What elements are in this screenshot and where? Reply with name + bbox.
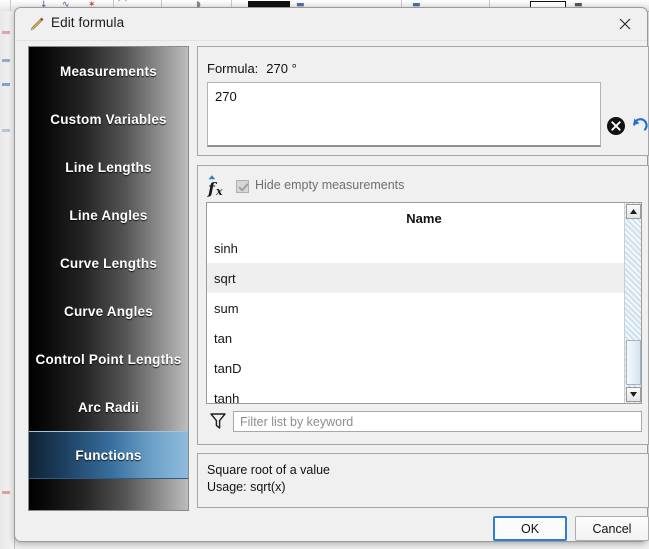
description-line-1: Square root of a value — [207, 463, 330, 477]
sidebar-item-measurements[interactable]: Measurements — [29, 47, 188, 95]
sidebar-item-label: Curve Lengths — [59, 255, 158, 271]
ok-button[interactable]: OK — [493, 516, 567, 541]
hide-empty-measurements-checkbox[interactable] — [236, 180, 249, 193]
list-item-label: sum — [214, 300, 239, 316]
sidebar-item-line-angles[interactable]: Line Angles — [29, 191, 188, 239]
list-item-label: tanD — [214, 360, 242, 376]
list-column-header-name: Name — [207, 203, 641, 233]
sidebar-item-control-point-lengths[interactable]: Control Point Lengths — [29, 335, 188, 383]
formula-group: Formula: 270 ° 270 — [197, 46, 649, 156]
undo-arrow-icon[interactable] — [629, 115, 649, 136]
sidebar-item-line-lengths[interactable]: Line Lengths — [29, 143, 188, 191]
dialog-button-row: OK Cancel — [197, 516, 649, 543]
filter-funnel-icon[interactable] — [209, 412, 227, 430]
bg-strip-mark — [2, 491, 10, 494]
list-item-label: tanh — [214, 390, 240, 404]
list-item[interactable]: tanh — [207, 383, 641, 404]
sidebar-item-label: Line Angles — [69, 207, 148, 223]
functions-list[interactable]: Name sinh sqrt sum tan tanD tanh — [206, 202, 642, 404]
bg-strip-mark — [2, 31, 10, 34]
sidebar-item-label: Curve Angles — [64, 303, 153, 319]
sidebar-item-functions[interactable]: Functions — [29, 431, 188, 479]
sidebar-item-curve-lengths[interactable]: Curve Lengths — [29, 239, 188, 287]
list-item-label: sqrt — [214, 270, 236, 286]
sidebar-item-curve-angles[interactable]: Curve Angles — [29, 287, 188, 335]
sidebar-item-arc-radii[interactable]: Arc Radii — [29, 383, 188, 431]
cancel-button[interactable]: Cancel — [575, 516, 649, 541]
list-item[interactable]: sum — [207, 293, 641, 323]
list-item[interactable]: sinh — [207, 233, 641, 263]
dialog-content: Formula: 270 ° 270 f x Hide empty measur… — [197, 46, 649, 543]
list-item[interactable]: sqrt — [207, 263, 641, 293]
function-description-panel: Square root of a value Usage: sqrt(x) — [197, 453, 649, 508]
edit-formula-dialog: Edit formula Measurements Custom Variabl… — [14, 7, 649, 543]
sidebar-item-label: Control Point Lengths — [35, 351, 182, 367]
description-line-2: Usage: sqrt(x) — [207, 480, 286, 494]
list-scrollbar[interactable] — [624, 203, 641, 403]
formula-label-text: Formula: — [207, 61, 259, 76]
sidebar-item-label: Functions — [75, 447, 142, 463]
scrollbar-thumb[interactable] — [626, 340, 641, 385]
list-item[interactable]: tanD — [207, 353, 641, 383]
sidebar-item-label: Custom Variables — [50, 111, 167, 127]
sidebar-item-label: Arc Radii — [77, 399, 140, 415]
sidebar-item-label: Line Lengths — [65, 159, 152, 175]
clear-circle-icon[interactable] — [606, 116, 626, 136]
close-icon[interactable] — [603, 8, 647, 39]
scroll-down-arrow-icon[interactable] — [626, 387, 641, 402]
svg-text:x: x — [215, 185, 223, 198]
sidebar-item-label: Measurements — [60, 63, 157, 79]
bg-strip-mark — [2, 59, 10, 62]
scroll-up-arrow-icon[interactable] — [626, 204, 641, 219]
pencil-icon — [29, 16, 45, 32]
bg-strip-mark — [2, 83, 10, 86]
list-item-label: sinh — [214, 240, 238, 256]
list-item[interactable]: tan — [207, 323, 641, 353]
fx-icon: f x — [206, 174, 232, 198]
bg-toolbar-cell — [0, 0, 11, 11]
formula-result-label: Formula: 270 ° — [207, 61, 297, 76]
dialog-titlebar: Edit formula — [15, 8, 647, 41]
filter-input[interactable]: Filter list by keyword — [233, 411, 642, 432]
dialog-title: Edit formula — [51, 15, 125, 30]
formula-result-value: 270 ° — [266, 61, 297, 76]
list-item-label: tan — [214, 330, 233, 346]
category-sidebar[interactable]: Measurements Custom Variables Line Lengt… — [28, 46, 189, 511]
background-left-strip — [0, 11, 15, 549]
hide-empty-measurements-label: Hide empty measurements — [255, 178, 405, 192]
sidebar-item-custom-variables[interactable]: Custom Variables — [29, 95, 188, 143]
bg-strip-mark — [2, 129, 10, 132]
functions-list-group: f x Hide empty measurements Name sinh sq… — [197, 165, 649, 445]
formula-input[interactable]: 270 — [207, 82, 601, 147]
